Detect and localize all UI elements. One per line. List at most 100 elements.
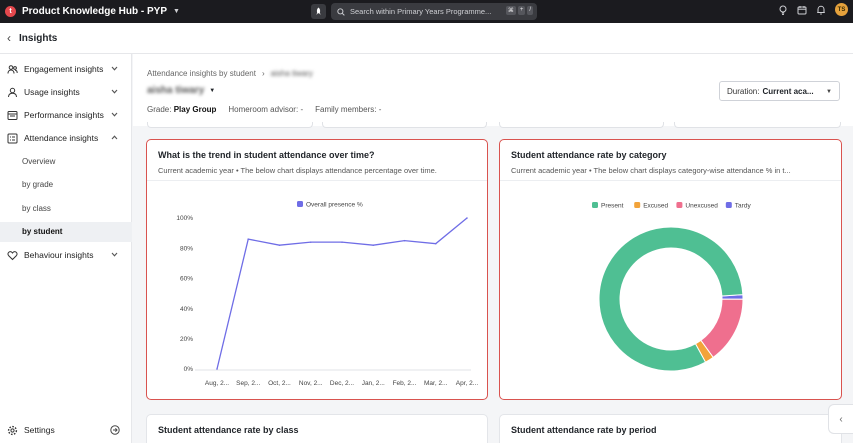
family-label: Family members: bbox=[315, 105, 377, 114]
shortcut-key: / bbox=[527, 6, 533, 15]
advisor-value: - bbox=[300, 105, 304, 114]
summary-card-stub bbox=[674, 122, 841, 128]
sidebar-item-label: Engagement insights bbox=[24, 64, 104, 74]
legend-swatch bbox=[297, 201, 303, 207]
sidebar-subitem-label: by student bbox=[22, 227, 63, 236]
attendance-by-class-card: Student attendance rate by class bbox=[146, 414, 488, 443]
caret-down-icon: ▼ bbox=[209, 87, 216, 94]
x-tick-label: Apr, 2... bbox=[456, 380, 479, 387]
shortcut-key: ⌘ bbox=[505, 6, 516, 15]
attendance-trend-card: What is the trend in student attendance … bbox=[146, 139, 488, 400]
app-title[interactable]: Product Knowledge Hub - PYP bbox=[22, 6, 167, 17]
attendance-icon bbox=[7, 133, 18, 144]
chevron-down-icon[interactable]: ▼ bbox=[173, 8, 180, 15]
x-tick-label: Dec, 2... bbox=[330, 380, 354, 387]
sidebar-item-performance[interactable]: Performance insights bbox=[0, 104, 132, 126]
chevron-left-icon: ‹ bbox=[839, 413, 843, 425]
legend-swatch bbox=[634, 202, 641, 208]
sidebar-item-label: Usage insights bbox=[24, 87, 80, 97]
main-content: Attendance insights by student › aisha t… bbox=[133, 54, 853, 443]
top-bar-actions: TS bbox=[778, 3, 848, 16]
data-point bbox=[403, 239, 406, 242]
x-tick-label: Nov, 2... bbox=[299, 380, 323, 387]
summary-card-stub bbox=[322, 122, 487, 128]
x-tick-label: Sep, 2... bbox=[236, 380, 260, 387]
chevron-down-icon bbox=[111, 89, 118, 94]
legend-label: Unexcused bbox=[685, 203, 718, 210]
data-point bbox=[216, 368, 218, 370]
expand-panel-button[interactable]: ‹ bbox=[828, 404, 853, 434]
sidebar-subitem-overview[interactable]: Overview bbox=[0, 152, 132, 172]
y-tick-label: 60% bbox=[180, 276, 193, 283]
legend-label: Excused bbox=[643, 203, 668, 210]
heart-icon bbox=[7, 251, 18, 261]
attendance-line-chart: Overall presence % 0% 20% 40% 60% 80% 100% Aug,… bbox=[176, 201, 479, 387]
avatar[interactable]: TS bbox=[835, 3, 848, 16]
sidebar-item-behaviour[interactable]: Behaviour insights bbox=[0, 244, 132, 266]
card-title: Student attendance rate by class bbox=[158, 425, 299, 435]
family-info: Family members: - bbox=[315, 105, 381, 114]
x-tick-label: Mar, 2... bbox=[424, 380, 448, 387]
legend-swatch bbox=[592, 202, 598, 208]
lightbulb-icon[interactable] bbox=[778, 5, 788, 15]
series-line bbox=[216, 217, 468, 370]
grade-info: Grade: Play Group bbox=[147, 105, 216, 114]
app-logo[interactable]: t bbox=[5, 6, 16, 17]
data-point bbox=[434, 242, 437, 245]
y-tick-label: 0% bbox=[184, 366, 194, 373]
calendar-icon[interactable] bbox=[797, 5, 807, 15]
y-tick-label: 80% bbox=[180, 245, 193, 252]
y-tick-label: 20% bbox=[180, 336, 193, 343]
breadcrumb-parent[interactable]: Attendance insights by student bbox=[147, 69, 256, 78]
chevron-down-icon bbox=[111, 66, 118, 71]
sidebar-item-usage[interactable]: Usage insights bbox=[0, 81, 132, 103]
rocket-icon[interactable] bbox=[311, 4, 326, 19]
duration-dropdown[interactable]: Duration: Current aca... ▼ bbox=[719, 81, 840, 101]
chart-legend: Overall presence % bbox=[297, 201, 363, 209]
sidebar-subitem-by-student[interactable]: by student bbox=[0, 222, 132, 242]
card-title: Student attendance rate by period bbox=[511, 425, 657, 435]
sidebar-item-attendance[interactable]: Attendance insights bbox=[0, 127, 132, 149]
chevron-up-icon bbox=[111, 135, 118, 140]
data-point bbox=[309, 241, 312, 243]
search-input[interactable]: Search within Primary Years Programme...… bbox=[331, 3, 537, 20]
grade-label: Grade: bbox=[147, 105, 172, 114]
collapse-sidebar-icon[interactable] bbox=[110, 425, 120, 435]
legend-label: Tardy bbox=[735, 203, 752, 210]
settings-label: Settings bbox=[24, 425, 55, 435]
card-subtitle: Current academic year • The below chart … bbox=[511, 166, 791, 175]
sidebar-subitem-by-class[interactable]: by class bbox=[0, 199, 132, 219]
sidebar-item-engagement[interactable]: Engagement insights bbox=[0, 58, 132, 80]
x-tick-label: Oct, 2... bbox=[268, 380, 291, 387]
student-name: aisha tiwary bbox=[147, 85, 205, 96]
breadcrumb-separator-icon: › bbox=[261, 69, 265, 78]
usage-icon bbox=[8, 87, 17, 98]
card-title: Student attendance rate by category bbox=[511, 150, 667, 160]
chevron-down-icon bbox=[111, 252, 118, 257]
sidebar-subitem-by-grade[interactable]: by grade bbox=[0, 175, 132, 195]
search-placeholder: Search within Primary Years Programme... bbox=[350, 7, 492, 16]
page-title: Insights bbox=[19, 32, 58, 44]
grade-value: Play Group bbox=[173, 105, 217, 114]
top-bar: t Product Knowledge Hub - PYP ▼ Search w… bbox=[0, 0, 853, 23]
legend-swatch bbox=[676, 202, 683, 208]
card-title: What is the trend in student attendance … bbox=[158, 150, 375, 160]
data-point bbox=[247, 238, 250, 240]
family-value: - bbox=[378, 105, 382, 114]
search-icon bbox=[337, 7, 345, 16]
x-tick-label: Jan, 2... bbox=[362, 380, 385, 387]
attendance-category-card: Student attendance rate by category Curr… bbox=[499, 139, 842, 400]
student-selector[interactable]: aisha tiwary ▼ bbox=[147, 85, 215, 96]
attendance-by-period-card: Student attendance rate by period bbox=[499, 414, 842, 443]
bell-icon[interactable] bbox=[816, 5, 826, 15]
shortcut-key: + bbox=[517, 6, 526, 15]
sidebar-subitem-label: by class bbox=[22, 204, 51, 213]
legend-label: Present bbox=[601, 203, 624, 210]
back-arrow-icon[interactable]: ‹ bbox=[7, 31, 11, 45]
settings-item[interactable]: Settings bbox=[0, 420, 132, 440]
x-tick-label: Feb, 2... bbox=[393, 380, 417, 387]
chevron-down-icon bbox=[111, 112, 118, 117]
caret-down-icon: ▼ bbox=[826, 89, 832, 95]
advisor-info: Homeroom advisor: - bbox=[228, 105, 303, 114]
breadcrumb: Attendance insights by student › aisha t… bbox=[147, 69, 313, 78]
